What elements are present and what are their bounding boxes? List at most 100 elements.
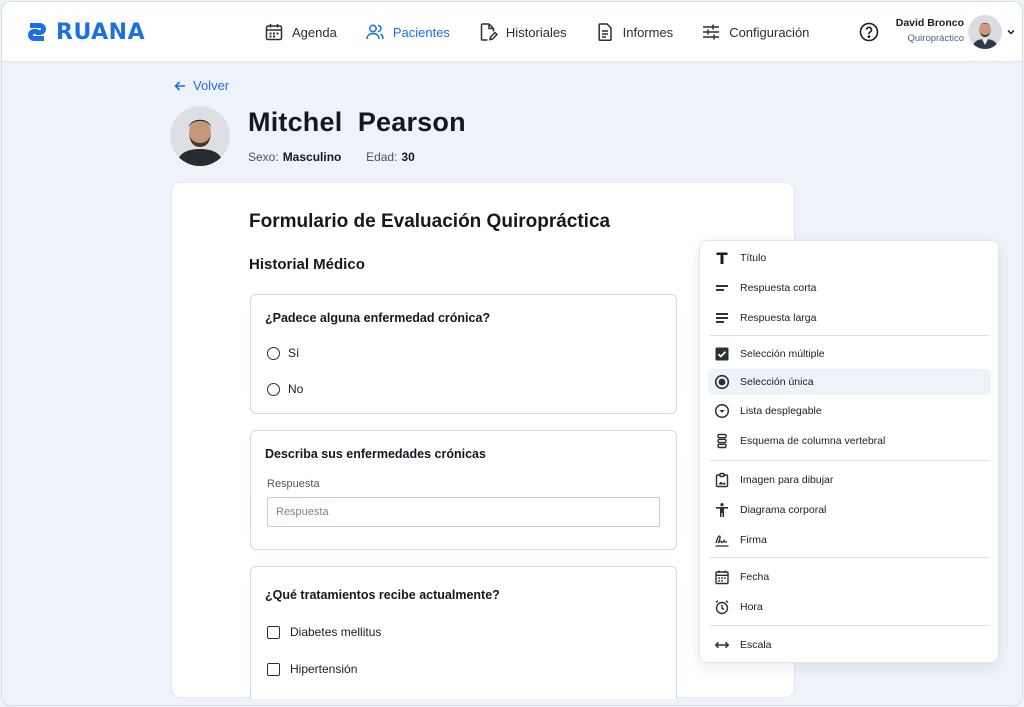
calendar-icon: [265, 24, 283, 41]
brand-name: RUANA: [56, 19, 146, 45]
age-label: Edad:: [366, 150, 398, 164]
checkbox[interactable]: [267, 662, 280, 676]
question-title: Describa sus enfermedades crónicas: [265, 447, 486, 461]
nav-label-informes: Informes: [622, 24, 674, 40]
back-link[interactable]: Volver: [173, 78, 229, 93]
sex-label: Sexo:: [248, 150, 279, 164]
scale-arrows-icon: [714, 641, 730, 649]
nav-item-informes[interactable]: Informes: [595, 22, 674, 42]
date-icon: [715, 570, 729, 585]
menu-item-label: Respuesta corta: [740, 282, 817, 294]
field-label: Respuesta: [267, 478, 320, 490]
body-diagram-icon: [716, 503, 728, 517]
menu-item-lista-desplegable[interactable]: Lista desplegable: [708, 398, 991, 424]
menu-item-fecha[interactable]: Fecha: [708, 564, 991, 590]
question-card-chronic-disease[interactable]: ¿Padece alguna enfermedad crónica? Sí No: [250, 294, 677, 414]
radio-option-si[interactable]: Sí: [267, 346, 299, 360]
menu-item-imagen-dibujar[interactable]: Imagen para dibujar: [708, 467, 991, 493]
draw-image-icon: [715, 472, 729, 488]
user-info[interactable]: David Bronco Quiropráctico: [892, 17, 964, 44]
ruana-logo-icon: [28, 23, 46, 41]
help-icon[interactable]: [859, 22, 879, 42]
menu-item-label: Firma: [740, 534, 767, 546]
question-title: ¿Padece alguna enfermedad crónica?: [265, 311, 491, 325]
user-name: David Bronco: [895, 17, 964, 29]
menu-item-label: Escala: [740, 639, 772, 651]
menu-item-respuesta-larga[interactable]: Respuesta larga: [708, 305, 991, 331]
dropdown-circle-icon: [714, 403, 730, 419]
menu-item-respuesta-corta[interactable]: Respuesta corta: [708, 275, 991, 301]
age-value: 30: [401, 150, 415, 164]
menu-item-label: Diagrama corporal: [740, 504, 827, 516]
nav-item-pacientes[interactable]: Pacientes: [365, 22, 450, 42]
menu-item-titulo[interactable]: Título: [708, 245, 991, 271]
radio-selected-icon: [714, 374, 730, 390]
radio-button[interactable]: [267, 382, 280, 396]
title-icon: [716, 252, 728, 264]
menu-item-label: Respuesta larga: [740, 312, 817, 324]
question-card-describe-diseases[interactable]: Describa sus enfermedades crónicas Respu…: [250, 430, 677, 550]
nav-item-configuracion[interactable]: Configuración: [701, 22, 809, 42]
patient-name: Mitchel Pearson: [248, 107, 466, 137]
nav-label-pacientes: Pacientes: [392, 24, 450, 40]
avatar[interactable]: [968, 15, 1002, 49]
sliders-icon: [703, 24, 720, 40]
option-label: No: [288, 382, 304, 396]
section-title: Historial Médico: [249, 256, 365, 273]
menu-item-label: Selección única: [740, 376, 814, 388]
checkbox-option-hipertension[interactable]: Hipertensión: [267, 662, 357, 676]
nav-label-agenda: Agenda: [292, 24, 337, 40]
menu-item-label: Imagen para dibujar: [740, 474, 834, 486]
signature-icon: [715, 535, 729, 547]
checkbox[interactable]: [267, 625, 280, 639]
patient-avatar: [170, 106, 230, 166]
app-window: RUANA Agenda Pacientes Historiales Infor…: [1, 1, 1023, 706]
menu-divider: [710, 460, 989, 461]
file-edit-icon: [480, 23, 498, 41]
checkbox-checked-icon: [715, 347, 729, 361]
nav-label-historiales: Historiales: [505, 24, 567, 40]
menu-item-hora[interactable]: Hora: [708, 594, 991, 620]
menu-item-label: Hora: [740, 601, 763, 613]
nav-item-historiales[interactable]: Historiales: [478, 22, 567, 42]
chevron-down-icon[interactable]: [1006, 27, 1016, 37]
menu-item-label: Selección múltiple: [740, 348, 825, 360]
response-input[interactable]: Respuesta: [267, 497, 660, 527]
menu-item-firma[interactable]: Firma: [708, 527, 991, 553]
question-title: ¿Qué tratamientos recibe actualmente?: [265, 588, 500, 602]
user-role: Quiropráctico: [907, 33, 965, 44]
menu-item-label: Título: [740, 252, 767, 264]
brand-logo[interactable]: RUANA: [24, 18, 145, 46]
menu-item-label: Lista desplegable: [740, 405, 822, 417]
option-label: Hipertensión: [290, 662, 358, 676]
option-label: Sí: [288, 346, 300, 360]
question-card-current-treatments[interactable]: ¿Qué tratamientos recibe actualmente? Di…: [250, 566, 677, 699]
users-icon: [366, 24, 384, 40]
radio-option-no[interactable]: No: [267, 382, 303, 396]
menu-item-label: Esquema de columna vertebral: [740, 435, 886, 447]
menu-divider: [710, 625, 989, 626]
patient-photo: [170, 106, 230, 166]
back-label: Volver: [193, 78, 230, 93]
menu-item-seleccion-multiple[interactable]: Selección múltiple: [708, 341, 991, 367]
menu-item-seleccion-unica[interactable]: Selección única: [708, 369, 991, 395]
clock-icon: [715, 600, 729, 615]
menu-item-escala[interactable]: Escala: [708, 632, 991, 658]
sex-value: Masculino: [282, 150, 342, 164]
menu-divider: [710, 557, 989, 558]
nav-label-configuracion: Configuración: [729, 24, 810, 40]
main-nav: Agenda Pacientes Historiales Informes Co…: [264, 20, 837, 44]
radio-button[interactable]: [267, 346, 280, 360]
long-answer-icon: [716, 313, 728, 323]
nav-item-agenda[interactable]: Agenda: [264, 22, 337, 42]
menu-item-esquema-columna[interactable]: Esquema de columna vertebral: [708, 428, 991, 454]
form-title: Formulario de Evaluación Quiropráctica: [249, 211, 611, 232]
user-avatar-image: [968, 15, 1002, 49]
menu-item-diagrama-corporal[interactable]: Diagrama corporal: [708, 497, 991, 523]
option-label: Diabetes mellitus: [290, 625, 382, 639]
short-answer-icon: [716, 285, 728, 291]
checkbox-option-diabetes[interactable]: Diabetes mellitus: [267, 625, 381, 639]
field-type-menu: Título Respuesta corta Respuesta larga S…: [699, 240, 999, 663]
patient-meta: Sexo: Masculino Edad: 30: [248, 150, 415, 164]
spine-icon: [717, 433, 727, 449]
